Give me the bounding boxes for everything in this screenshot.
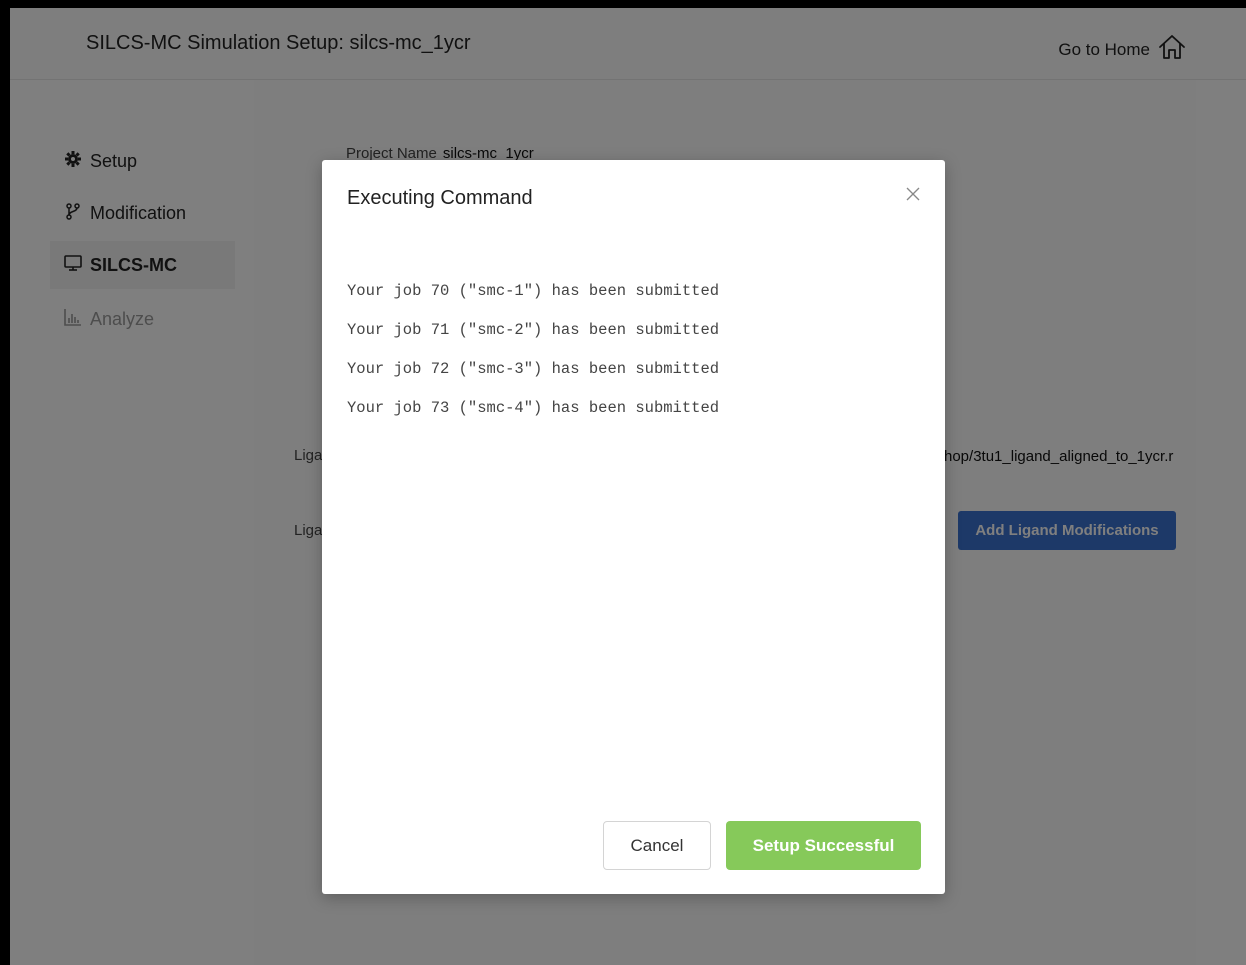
log-line: Your job 71 ("smc-2") has been submitted: [347, 321, 720, 339]
dialog-title: Executing Command: [347, 187, 533, 209]
executing-command-dialog: Executing Command Your job 70 ("smc-1") …: [322, 160, 945, 894]
log-line: Your job 73 ("smc-4") has been submitted: [347, 399, 720, 417]
setup-successful-button[interactable]: Setup Successful: [726, 821, 921, 870]
cancel-button[interactable]: Cancel: [603, 821, 711, 870]
log-line: Your job 70 ("smc-1") has been submitted: [347, 282, 720, 300]
close-icon[interactable]: [903, 184, 923, 204]
log-line: Your job 72 ("smc-3") has been submitted: [347, 360, 720, 378]
